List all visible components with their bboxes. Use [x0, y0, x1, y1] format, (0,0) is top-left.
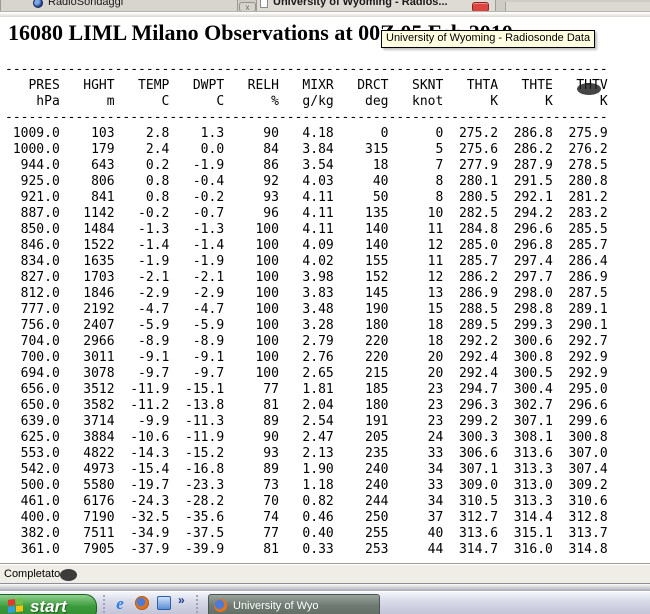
tab-label: RadioSondaggi	[48, 0, 123, 8]
task-button-university-of-wyoming[interactable]: University of Wyo	[208, 594, 380, 614]
cursor-smudge	[60, 569, 77, 581]
taskbar: start e » University of Wyo	[0, 591, 650, 614]
firefox-icon	[214, 599, 227, 612]
page-icon	[260, 0, 268, 8]
cursor-smudge	[577, 83, 601, 95]
windows-app-icon[interactable]	[157, 596, 171, 610]
tooltip: University of Wyoming - Radiosonde Data	[381, 30, 595, 48]
start-label: start	[30, 597, 67, 614]
tab-label: University of Wyoming - Radios...	[273, 0, 448, 8]
status-bar: Completato	[0, 563, 650, 583]
screen: RadioSondaggi x University of Wyoming - …	[0, 0, 650, 614]
task-button-label: University of Wyo	[233, 600, 375, 612]
quick-launch-handle[interactable]	[103, 595, 106, 613]
window-bottom-edge	[0, 583, 650, 591]
tab-close-icon[interactable]: x	[239, 2, 256, 12]
internet-explorer-icon[interactable]: e	[112, 596, 128, 612]
tab-radiosondaggi[interactable]: RadioSondaggi x	[0, 0, 238, 12]
globe-icon	[33, 0, 43, 8]
sounding-table: ----------------------------------------…	[5, 62, 608, 558]
status-text: Completato	[4, 568, 60, 580]
windows-logo-icon	[8, 598, 24, 614]
browser-tab-bar: RadioSondaggi x University of Wyoming - …	[0, 0, 650, 12]
tab-university-of-wyoming[interactable]: University of Wyoming - Radios...	[256, 0, 496, 12]
tab-close-icon[interactable]	[472, 2, 489, 12]
firefox-icon[interactable]	[135, 596, 149, 610]
start-button[interactable]: start	[0, 594, 97, 614]
quick-launch-overflow-chevron[interactable]: »	[178, 593, 185, 607]
page-content: 16080 LIML Milano Observations at 00Z 05…	[0, 17, 650, 563]
tab-strip-filler	[505, 2, 650, 12]
taskbar-handle[interactable]	[196, 595, 199, 613]
